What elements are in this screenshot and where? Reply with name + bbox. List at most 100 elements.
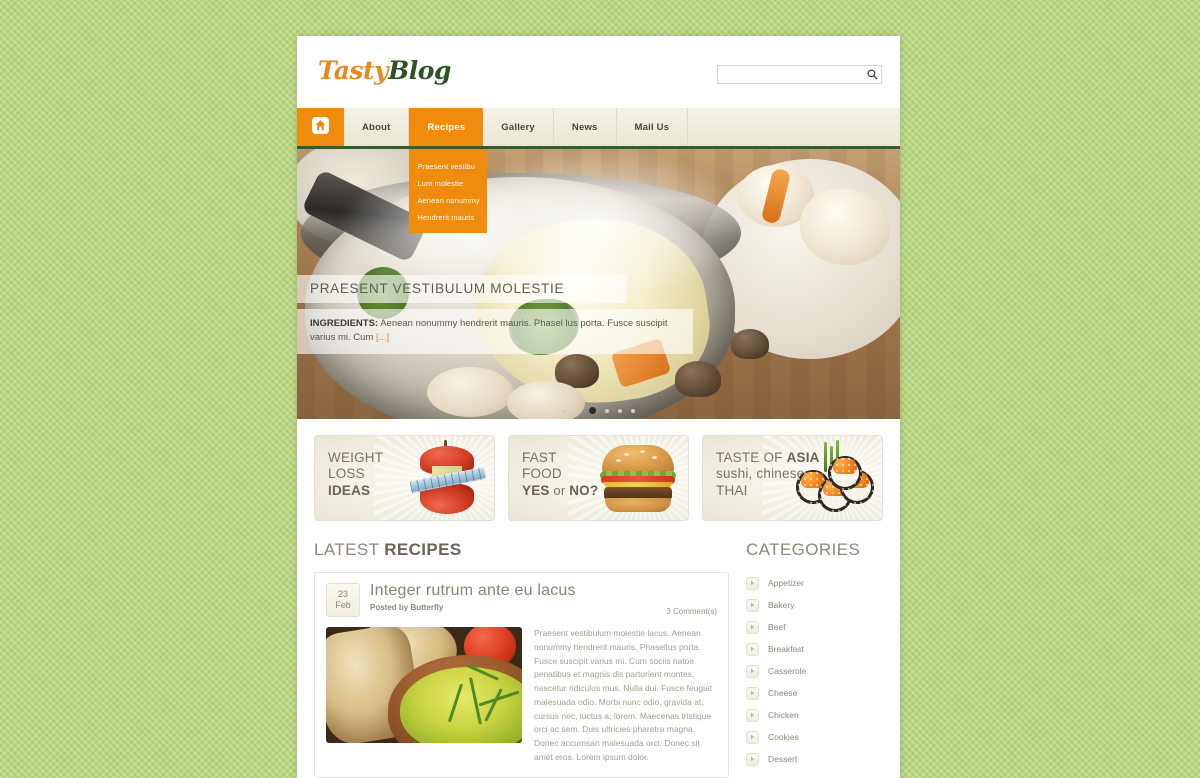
slider-pagination bbox=[562, 407, 635, 414]
promo-line-3-or: or bbox=[549, 482, 570, 498]
nav-item-label: Gallery bbox=[501, 121, 535, 133]
nav-item-label: News bbox=[571, 121, 598, 133]
chevron-right-icon bbox=[746, 664, 759, 678]
post-date-day: 23 bbox=[337, 589, 348, 599]
post-thumbnail[interactable] bbox=[326, 627, 522, 743]
chevron-right-icon bbox=[746, 686, 759, 700]
sidebar-item-label: Casserole bbox=[768, 666, 807, 676]
sidebar-item-label: Breakfast bbox=[768, 644, 804, 654]
nav-item-label: About bbox=[362, 121, 391, 133]
categories-list: Appetizer Bakery Beef Breakfast Casserol… bbox=[746, 572, 883, 770]
sidebar-item-label: Bakery bbox=[768, 600, 795, 610]
nav-item-about[interactable]: About bbox=[344, 108, 410, 146]
promo-taste-of-asia[interactable]: TASTE OF ASIA sushi, chinese THAI bbox=[702, 435, 883, 521]
categories-heading: CATEGORIES bbox=[746, 540, 861, 559]
sidebar-item-appetizer[interactable]: Appetizer bbox=[746, 572, 883, 594]
latest-recipes-heading: LATEST RECIPES bbox=[314, 540, 729, 560]
post-author-meta: Posted by Butterfly bbox=[370, 602, 444, 612]
chevron-right-icon bbox=[746, 708, 759, 722]
hero-caption-title: PRAESENT VESTIBULUM MOLESTIE bbox=[297, 275, 627, 303]
search-icon[interactable] bbox=[863, 69, 881, 80]
logo-text-primary: Tasty bbox=[318, 56, 389, 85]
sidebar-item-label: Dessert bbox=[768, 754, 798, 764]
apple-core-icon bbox=[409, 440, 487, 514]
dropdown-item-lum-molestie[interactable]: Lum molestie bbox=[409, 175, 487, 192]
sushi-rolls-icon bbox=[790, 440, 874, 516]
nav-dropdown-recipes: Praesent vestibu Lum molestie Aenean non… bbox=[409, 149, 488, 233]
sidebar-item-bakery[interactable]: Bakery bbox=[746, 594, 883, 616]
post-card: 23 Feb Integer rutrum ante eu lacus Post… bbox=[314, 572, 729, 778]
slider-dot[interactable] bbox=[617, 408, 622, 413]
slider-dot[interactable] bbox=[604, 408, 609, 413]
nav-item-news[interactable]: News bbox=[554, 108, 617, 146]
sidebar-item-label: Chicken bbox=[768, 710, 799, 720]
promo-text: FAST FOOD YES or NO? bbox=[522, 450, 598, 499]
nav-item-label: Recipes bbox=[427, 121, 466, 133]
sidebar-item-label: Cookies bbox=[768, 732, 799, 742]
dropdown-item-hendrerit-mauris[interactable]: Hendrerit mauris bbox=[409, 209, 487, 226]
post-excerpt: Praesent vestibulum molestie lacus. Aene… bbox=[534, 628, 713, 762]
sidebar-item-label: Beef bbox=[768, 622, 786, 632]
promo-line-2: FOOD bbox=[522, 466, 562, 482]
main-column: LATEST RECIPES 23 Feb Integer rutrum ant… bbox=[314, 540, 729, 778]
chevron-right-icon bbox=[746, 620, 759, 634]
sidebar-item-label: Cheese bbox=[768, 688, 798, 698]
chevron-right-icon bbox=[746, 730, 759, 744]
site-logo[interactable]: TastyBlog bbox=[318, 56, 451, 85]
sidebar-item-breakfast[interactable]: Breakfast bbox=[746, 638, 883, 660]
post-body: Praesent vestibulum molestie lacus. Aene… bbox=[326, 627, 717, 765]
hero-caption-body: INGREDIENTS: Aenean nonummy hendrerit ma… bbox=[297, 309, 693, 354]
sidebar-item-beef[interactable]: Beef bbox=[746, 616, 883, 638]
sidebar-item-label: Appetizer bbox=[768, 578, 804, 588]
promo-fast-food[interactable]: FAST FOOD YES or NO? bbox=[508, 435, 689, 521]
dropdown-item-praesent-vestibu[interactable]: Praesent vestibu bbox=[409, 158, 487, 175]
nav-item-label: Mail Us bbox=[634, 121, 670, 133]
post-comment-count[interactable]: 3 Comment(s) bbox=[666, 607, 717, 616]
dropdown-item-aenean-nonummy[interactable]: Aenean nonummy bbox=[409, 192, 487, 209]
post-date-month: Feb bbox=[335, 600, 351, 611]
chevron-right-icon bbox=[746, 598, 759, 612]
search-input[interactable] bbox=[718, 66, 863, 83]
slider-dot[interactable] bbox=[630, 408, 635, 413]
slider-dot-active[interactable] bbox=[588, 407, 596, 414]
post-title[interactable]: Integer rutrum ante eu lacus bbox=[370, 582, 717, 600]
chevron-right-icon bbox=[746, 642, 759, 656]
search-box[interactable] bbox=[717, 65, 882, 84]
promo-line-3-yes: YES bbox=[522, 482, 550, 498]
post-header: 23 Feb Integer rutrum ante eu lacus Post… bbox=[326, 582, 717, 617]
sidebar-item-chicken[interactable]: Chicken bbox=[746, 704, 883, 726]
sidebar-item-casserole[interactable]: Casserole bbox=[746, 660, 883, 682]
hero-slider[interactable]: PRAESENT VESTIBULUM MOLESTIE INGREDIENTS… bbox=[297, 149, 900, 419]
sidebar-item-dessert[interactable]: Dessert bbox=[746, 748, 883, 770]
slider-dot[interactable] bbox=[575, 408, 580, 413]
post-date-badge: 23 Feb bbox=[326, 583, 360, 617]
nav-item-mail-us[interactable]: Mail Us bbox=[617, 108, 689, 146]
chevron-right-icon bbox=[746, 576, 759, 590]
nav-filler bbox=[688, 108, 900, 146]
sidebar-item-cookies[interactable]: Cookies bbox=[746, 726, 883, 748]
promo-line-1: FAST bbox=[522, 450, 557, 465]
promo-line-3-no: NO? bbox=[569, 482, 599, 498]
ingredients-label: INGREDIENTS: bbox=[310, 318, 379, 329]
main-navigation: About Recipes Praesent vestibu Lum moles… bbox=[297, 108, 900, 233]
promo-weight-loss-ideas[interactable]: WEIGHT LOSS IDEAS bbox=[314, 435, 495, 521]
promo-banners: WEIGHT LOSS IDEAS FAST FOOD YES or NO? T… bbox=[297, 419, 900, 521]
slider-dot[interactable] bbox=[562, 408, 567, 413]
read-more-link[interactable]: [...] bbox=[376, 332, 389, 343]
heading-bold: RECIPES bbox=[384, 540, 462, 559]
nav-item-recipes[interactable]: Recipes Praesent vestibu Lum molestie Ae… bbox=[409, 108, 488, 233]
hamburger-icon bbox=[600, 445, 676, 513]
promo-text: WEIGHT LOSS IDEAS bbox=[328, 450, 383, 499]
sidebar-item-cheese[interactable]: Cheese bbox=[746, 682, 883, 704]
content-area: LATEST RECIPES 23 Feb Integer rutrum ant… bbox=[297, 521, 900, 778]
chevron-right-icon bbox=[746, 752, 759, 766]
promo-line-2: LOSS bbox=[328, 466, 365, 482]
nav-item-gallery[interactable]: Gallery bbox=[483, 108, 554, 146]
promo-line-1-prefix: TASTE OF bbox=[716, 450, 787, 465]
nav-item-home[interactable] bbox=[297, 108, 344, 146]
promo-line-3: IDEAS bbox=[328, 482, 371, 498]
site-header: TastyBlog bbox=[297, 36, 900, 108]
promo-line-1: WEIGHT bbox=[328, 450, 384, 465]
logo-text-secondary: Blog bbox=[388, 56, 451, 85]
heading-light: LATEST bbox=[314, 540, 385, 559]
